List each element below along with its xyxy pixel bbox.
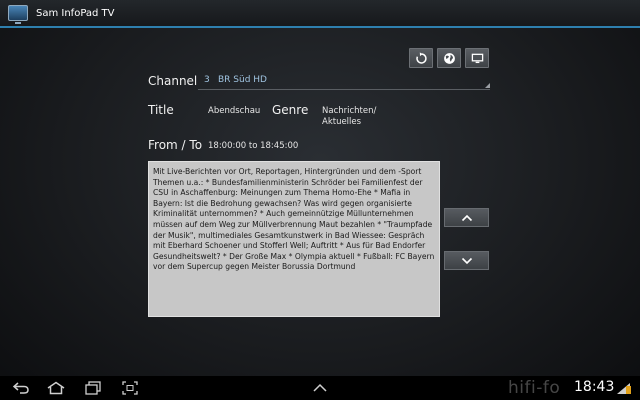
action-bar: Sam InfoPad TV bbox=[0, 0, 640, 28]
tv-app-icon bbox=[8, 5, 28, 24]
recent-apps-icon[interactable] bbox=[84, 381, 102, 395]
genre-value-line1: Nachrichten/ bbox=[322, 106, 377, 116]
channel-selector[interactable]: 3 BR Süd HD bbox=[198, 73, 490, 90]
chevron-up-icon[interactable] bbox=[312, 383, 328, 393]
refresh-icon bbox=[415, 51, 427, 64]
home-icon[interactable] bbox=[46, 381, 66, 395]
monitor-button[interactable] bbox=[465, 48, 489, 68]
channel-label: Channel bbox=[148, 74, 198, 88]
chevron-down-icon bbox=[461, 257, 472, 264]
title-value: Abendschau bbox=[208, 106, 261, 116]
channel-name: BR Süd HD bbox=[218, 75, 267, 85]
monitor-icon bbox=[471, 53, 483, 63]
time-value: 18:00:00 to 18:45:00 bbox=[208, 141, 299, 151]
channel-number: 3 bbox=[204, 75, 210, 85]
globe-button[interactable] bbox=[437, 48, 461, 68]
app-title: Sam InfoPad TV bbox=[36, 7, 115, 19]
watermark-text: hifi-fo bbox=[508, 378, 561, 398]
title-label: Title bbox=[148, 103, 174, 117]
refresh-button[interactable] bbox=[409, 48, 433, 68]
scroll-up-button[interactable] bbox=[444, 208, 489, 227]
signal-icon bbox=[617, 383, 631, 394]
back-icon[interactable] bbox=[12, 381, 30, 395]
dropdown-corner-icon bbox=[485, 83, 490, 88]
screen: Sam InfoPad TV Channel 3 BR Süd HD Title… bbox=[0, 0, 640, 400]
chevron-up-icon bbox=[461, 214, 472, 221]
status-clock: 18:43 bbox=[574, 379, 615, 395]
description-text[interactable]: Mit Live-Berichten vor Ort, Reportagen, … bbox=[148, 161, 440, 317]
screenshot-icon[interactable] bbox=[122, 381, 138, 395]
time-label: From / To bbox=[148, 138, 203, 152]
genre-label: Genre bbox=[272, 103, 309, 117]
globe-icon bbox=[443, 52, 455, 64]
scroll-down-button[interactable] bbox=[444, 251, 489, 270]
genre-value-line2: Aktuelles bbox=[322, 117, 362, 127]
